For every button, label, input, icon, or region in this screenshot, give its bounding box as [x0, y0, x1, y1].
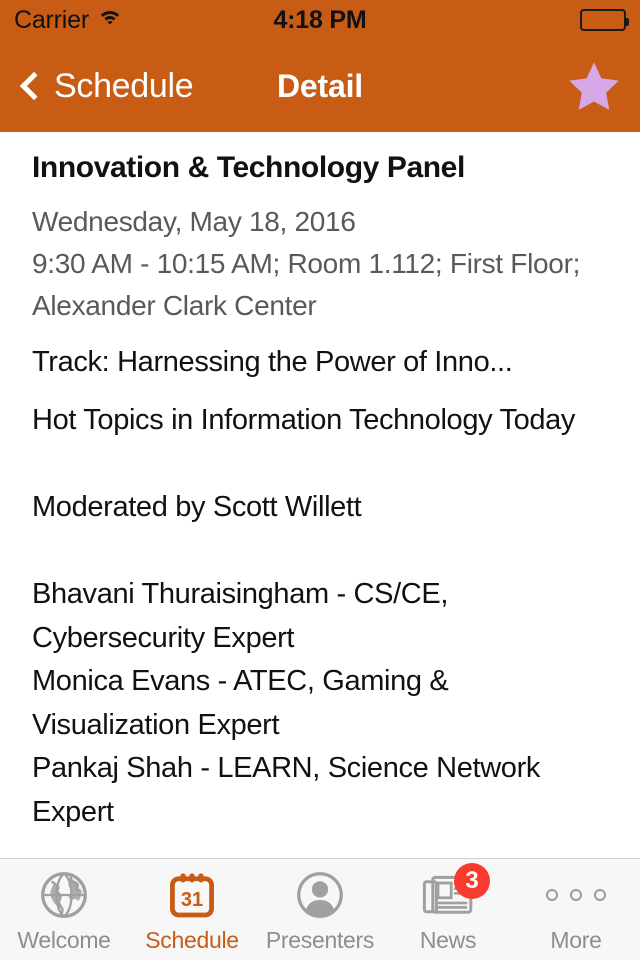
tab-schedule-label: Schedule: [145, 927, 239, 953]
person-icon: [295, 869, 345, 921]
event-location: 9:30 AM - 10:15 AM; Room 1.112; First Fl…: [32, 248, 581, 322]
tab-more[interactable]: More: [512, 859, 640, 960]
tab-news[interactable]: 3 News: [384, 859, 512, 960]
tab-bar: Welcome 31 Schedule Presenters 3 News Mo…: [0, 858, 640, 960]
wifi-icon: [97, 10, 123, 30]
news-badge: 3: [454, 863, 490, 899]
tab-presenters[interactable]: Presenters: [256, 859, 384, 960]
event-track: Track: Harnessing the Power of Inno...: [32, 346, 513, 379]
navigation-bar: Schedule Detail: [0, 40, 640, 132]
event-description: Hot Topics in Information Technology Tod…: [32, 404, 576, 828]
tab-more-label: More: [550, 927, 602, 953]
detail-content: Innovation & Technology Panel Wednesday,…: [0, 132, 640, 858]
event-date: Wednesday, May 18, 2016: [32, 206, 356, 238]
ellipsis-icon: [546, 869, 606, 921]
tab-welcome[interactable]: Welcome: [0, 859, 128, 960]
globe-icon: [39, 869, 89, 921]
status-bar-right: [580, 9, 629, 31]
tab-welcome-label: Welcome: [17, 927, 111, 953]
event-meta: Wednesday, May 18, 2016 9:30 AM - 10:15 …: [32, 201, 610, 327]
tab-news-label: News: [419, 927, 477, 953]
status-bar: Carrier 4:18 PM: [0, 0, 640, 40]
svg-text:31: 31: [181, 889, 203, 911]
favorite-button[interactable]: [566, 59, 622, 113]
tab-presenters-label: Presenters: [265, 927, 375, 953]
star-icon: [569, 62, 619, 110]
app-root: Carrier 4:18 PM Schedule Detail Innovati…: [0, 0, 640, 960]
newspaper-icon: 3: [422, 863, 490, 921]
tab-schedule[interactable]: 31 Schedule: [128, 859, 256, 960]
chevron-left-icon: [19, 71, 49, 101]
battery-full-icon: [580, 9, 629, 31]
calendar-icon: 31: [167, 869, 217, 921]
back-button-label: Schedule: [54, 66, 194, 105]
carrier-label: Carrier: [14, 5, 89, 34]
event-title: Innovation & Technology Panel: [32, 151, 465, 184]
back-button[interactable]: Schedule: [18, 66, 194, 106]
status-bar-left: Carrier: [14, 6, 123, 35]
